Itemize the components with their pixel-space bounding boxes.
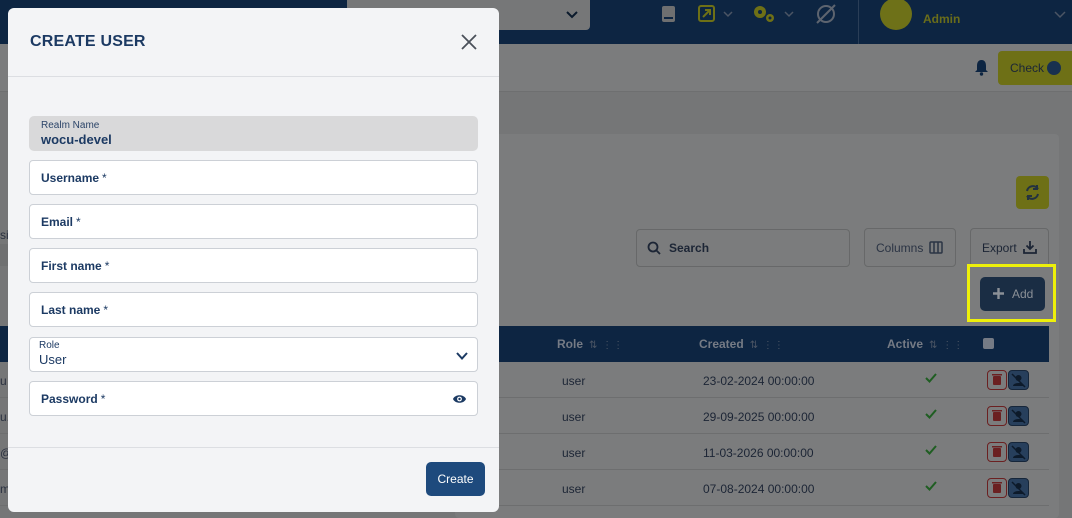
columns-label: Columns [876, 241, 924, 255]
email-field[interactable]: Email * [29, 204, 478, 239]
check-button[interactable]: Check [998, 51, 1072, 85]
columns-icon [929, 241, 943, 254]
row-created: 29-09-2025 00:00:00 [703, 410, 815, 424]
user-slash-icon [1011, 409, 1026, 424]
divider [8, 447, 499, 448]
trash-icon [992, 446, 1002, 457]
search-placeholder: Search [669, 241, 710, 255]
add-button[interactable]: Add [980, 277, 1045, 311]
column-header-created[interactable]: Created ⇅ ⋮⋮ [699, 337, 785, 351]
row-role: user [562, 410, 586, 424]
check-circle-icon [1047, 61, 1061, 75]
row-created: 11-03-2026 00:00:00 [703, 446, 814, 460]
row-role: user [562, 446, 586, 460]
check-label: Check [1010, 61, 1045, 75]
user-slash-icon [1011, 445, 1026, 460]
first-name-field[interactable]: First name * [29, 248, 478, 283]
column-active-label: Active [887, 337, 924, 351]
export-button[interactable]: Export [970, 228, 1049, 267]
plus-icon [993, 288, 1004, 299]
role-label: Role [39, 340, 60, 351]
book-icon[interactable] [661, 5, 677, 23]
close-icon[interactable] [460, 33, 478, 51]
navbar-divider [858, 0, 859, 44]
user-slash-icon [1011, 373, 1026, 388]
columns-button[interactable]: Columns [864, 228, 956, 267]
column-header-active[interactable]: Active ⇅ ⋮⋮ [887, 337, 964, 351]
row-created: 07-08-2024 00:00:00 [703, 482, 815, 496]
gears-icon[interactable] [752, 4, 776, 24]
realm-name-field: Realm Name wocu-devel [29, 116, 478, 151]
download-icon [1023, 241, 1037, 254]
chevron-down-icon [456, 352, 468, 360]
bell-icon[interactable] [974, 59, 989, 76]
divider [8, 76, 499, 77]
realm-name-label: Realm Name [41, 120, 100, 131]
password-field[interactable]: Password * [29, 381, 478, 416]
realm-name-value: wocu-devel [41, 132, 112, 147]
check-icon [925, 481, 937, 491]
sort-icon[interactable]: ⇅ ⋮⋮ [929, 340, 964, 351]
delete-button[interactable] [987, 478, 1007, 498]
column-role-label: Role [557, 337, 584, 351]
user-slash-icon [1011, 481, 1026, 496]
check-icon [925, 373, 937, 383]
disable-user-button[interactable] [1008, 442, 1029, 462]
export-label: Export [982, 241, 1017, 255]
role-select[interactable]: Role User [29, 337, 478, 372]
delete-button[interactable] [987, 406, 1007, 426]
modal-title: CREATE USER [30, 33, 146, 50]
email-label: Email * [41, 215, 81, 229]
username-field[interactable]: Username * [29, 160, 478, 195]
delete-button[interactable] [987, 370, 1007, 390]
disable-user-button[interactable] [1008, 406, 1029, 426]
row-role: user [562, 482, 586, 496]
user-name[interactable]: Admin [923, 12, 960, 26]
trash-icon [992, 410, 1002, 421]
refresh-icon [1026, 185, 1039, 200]
row-role: user [562, 374, 586, 388]
role-value: User [39, 352, 67, 367]
create-button[interactable]: Create [426, 462, 485, 496]
info-icon[interactable] [983, 338, 994, 349]
first-name-label: First name * [41, 259, 110, 273]
chevron-down-icon [566, 11, 578, 19]
chevron-down-icon[interactable] [1053, 8, 1067, 22]
chevron-down-icon[interactable] [784, 10, 794, 18]
check-icon [925, 445, 937, 455]
sort-icon[interactable]: ⇅ ⋮⋮ [750, 340, 785, 351]
password-label: Password * [41, 392, 106, 406]
disable-user-button[interactable] [1008, 478, 1029, 498]
sort-icon[interactable]: ⇅ ⋮⋮ [589, 340, 624, 351]
add-label: Add [1012, 287, 1034, 301]
last-name-label: Last name * [41, 303, 109, 317]
row-created: 23-02-2024 00:00:00 [703, 374, 815, 388]
delete-button[interactable] [987, 442, 1007, 462]
eye-icon[interactable] [452, 392, 467, 406]
username-label: Username * [41, 171, 107, 185]
search-input[interactable]: Search [636, 229, 850, 267]
chevron-down-icon[interactable] [723, 10, 733, 18]
trash-icon [992, 374, 1002, 385]
create-user-modal: CREATE USER Realm Name wocu-devel Userna… [8, 8, 499, 512]
refresh-button[interactable] [1016, 176, 1049, 209]
search-icon [647, 241, 661, 255]
trash-icon [992, 482, 1002, 493]
column-header-role[interactable]: Role ⇅ ⋮⋮ [557, 337, 624, 351]
last-name-field[interactable]: Last name * [29, 292, 478, 327]
external-link-icon[interactable] [698, 5, 716, 23]
check-icon [925, 409, 937, 419]
no-monitoring-icon[interactable] [814, 2, 838, 26]
disable-user-button[interactable] [1008, 370, 1029, 390]
column-created-label: Created [699, 337, 744, 351]
